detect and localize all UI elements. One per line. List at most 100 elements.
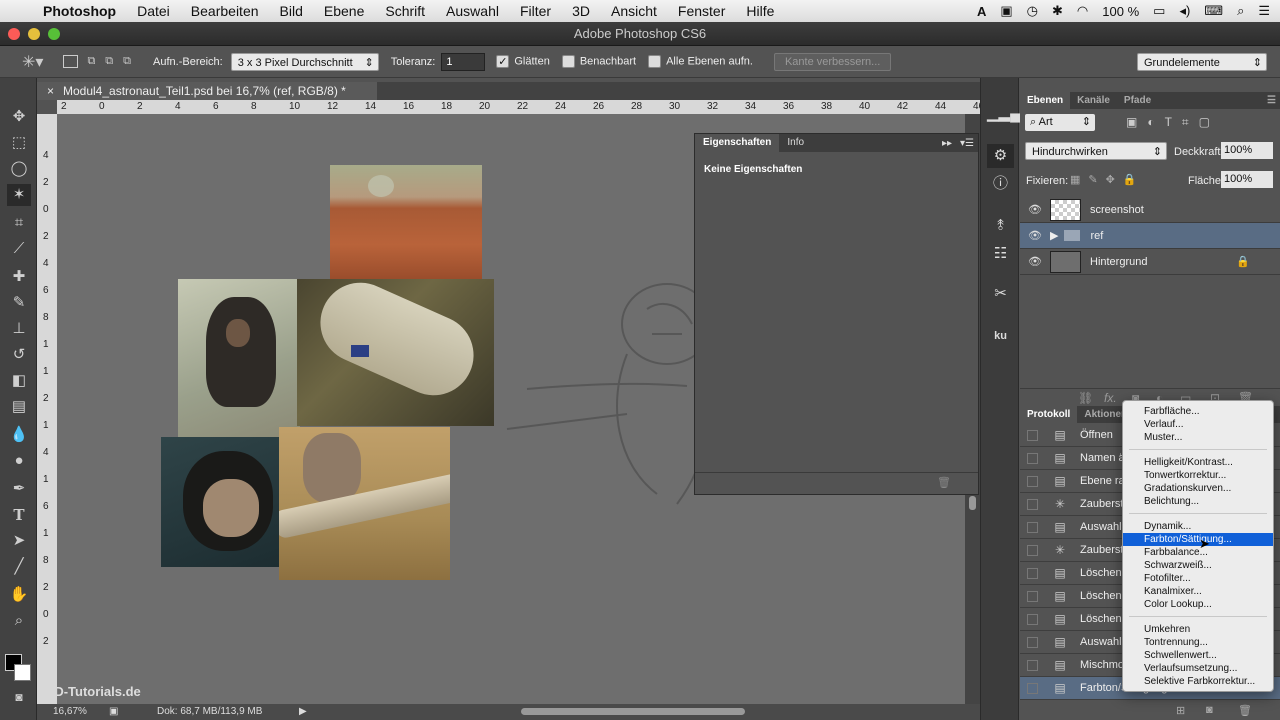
menu-item[interactable]: Schwellenwert... [1123, 649, 1273, 662]
move-tool-icon[interactable]: ✥ [7, 106, 31, 128]
tab-ebenen[interactable]: Ebenen [1020, 92, 1071, 109]
menu-item[interactable]: Belichtung... [1123, 495, 1273, 508]
workspace-select[interactable]: Grundelemente ⇕ [1137, 52, 1267, 71]
menu-item[interactable]: Verlaufsumsetzung... [1123, 662, 1273, 675]
layer-row-screenshot[interactable]: 👁 screenshot [1020, 197, 1280, 223]
layer-filter-select[interactable]: ⌕ Art ⇕ [1025, 114, 1095, 131]
sample-size-select[interactable]: 3 x 3 Pixel Durchschnitt ⇕ [230, 52, 379, 71]
menu-item[interactable]: Schwarzweiß... [1123, 559, 1273, 572]
plugin-ku-icon[interactable]: ku [987, 324, 1014, 348]
tolerance-input[interactable]: 1 [441, 52, 486, 71]
history-source-checkbox[interactable] [1027, 613, 1038, 625]
notification-icon[interactable]: ☰ [1258, 3, 1270, 19]
histogram-icon[interactable]: ▁▂▄ [987, 102, 1021, 126]
delete-icon[interactable]: 🗑 [937, 476, 951, 489]
status-menu-arrow-icon[interactable]: ▶ [299, 704, 307, 720]
status-icon[interactable]: ▣ [109, 704, 118, 720]
astronaut-photo[interactable] [297, 279, 494, 426]
fill-input[interactable]: 100% [1221, 171, 1273, 188]
new-document-from-state-icon[interactable]: ⊞ [1176, 704, 1185, 717]
type-tool-icon[interactable]: T [7, 504, 31, 526]
chimpanzee-portrait-photo[interactable] [161, 437, 297, 567]
baboon-photo[interactable] [279, 427, 450, 580]
path-select-tool-icon[interactable]: ➤ [7, 530, 31, 552]
collapse-panel-icon[interactable]: ▸▸ [942, 138, 952, 149]
history-source-checkbox[interactable] [1027, 498, 1038, 510]
menu-item[interactable]: Tontrennung... [1123, 636, 1273, 649]
menu-filter[interactable]: Filter [520, 3, 551, 19]
history-source-checkbox[interactable] [1027, 544, 1038, 556]
tools-presets-icon[interactable]: ✂ [987, 282, 1014, 306]
eyedropper-tool-icon[interactable]: ⟋ [7, 238, 31, 260]
history-brush-icon[interactable]: ↺ [7, 344, 31, 366]
history-source-checkbox[interactable] [1027, 567, 1038, 579]
tab-pfade[interactable]: Pfade [1117, 92, 1158, 109]
panel-menu-icon[interactable]: ▾☰ [960, 138, 974, 149]
info-icon[interactable]: ⓘ [987, 172, 1014, 196]
history-source-checkbox[interactable] [1027, 659, 1038, 671]
mars-landscape-photo[interactable] [330, 165, 482, 279]
antialias-checkbox[interactable]: ✓ Glätten [496, 55, 550, 68]
crop-tool-icon[interactable]: ⌗ [7, 212, 31, 234]
lasso-tool-icon[interactable]: ◯ [7, 158, 31, 180]
dodge-tool-icon[interactable]: ● [7, 450, 31, 472]
expand-group-icon[interactable]: ▶ [1050, 229, 1058, 242]
stamp-tool-icon[interactable]: ⊥ [7, 318, 31, 340]
menu-fenster[interactable]: Fenster [678, 3, 725, 19]
history-source-checkbox[interactable] [1027, 429, 1038, 441]
close-window-button[interactable] [8, 28, 20, 40]
menu-item[interactable]: Color Lookup... [1123, 598, 1273, 611]
menu-datei[interactable]: Datei [137, 3, 170, 19]
fx-icon[interactable]: fx. [1104, 391, 1117, 405]
menu-item[interactable]: Muster... [1123, 431, 1273, 444]
properties-icon[interactable]: ⚙ [987, 144, 1014, 168]
menu-item[interactable]: Selektive Farbkorrektur... [1123, 675, 1273, 688]
time-machine-icon[interactable]: ◷ [1027, 3, 1038, 19]
pen-tool-icon[interactable]: ✒ [7, 478, 31, 500]
menu-bearbeiten[interactable]: Bearbeiten [191, 3, 259, 19]
snapshot-icon[interactable]: ◙ [1206, 704, 1213, 716]
layer-filter-icons[interactable]: ▣◐T⌗▢ [1126, 115, 1220, 130]
horizontal-ruler[interactable]: 2 0 2 4 6 8 10 12 14 16 18 20 22 24 26 28 30 32 34 36 38 40 42… [57, 100, 984, 114]
eraser-tool-icon[interactable]: ◧ [7, 370, 31, 392]
camera-icon[interactable]: ▣ [1000, 3, 1012, 19]
menu-item[interactable]: Fotofilter... [1123, 572, 1273, 585]
add-selection-icon[interactable]: ⧉ [87, 55, 95, 68]
layer-row-ref[interactable]: 👁 ▶ ref [1020, 223, 1280, 249]
menu-ansicht[interactable]: Ansicht [611, 3, 657, 19]
eye-icon[interactable]: 👁 [1026, 203, 1044, 216]
menu-hilfe[interactable]: Hilfe [746, 3, 774, 19]
tab-protokoll[interactable]: Protokoll [1020, 406, 1078, 423]
menu-item[interactable]: Farbton/Sättigung... [1123, 533, 1273, 546]
close-tab-icon[interactable]: × [47, 82, 54, 100]
tab-eigenschaften[interactable]: Eigenschaften [695, 134, 780, 152]
battery-label[interactable]: 100 % [1102, 4, 1139, 19]
menu-item[interactable]: Farbfläche... [1123, 405, 1273, 418]
refine-edge-button[interactable]: Kante verbessern... [773, 52, 892, 71]
line-tool-icon[interactable]: ╱ [7, 556, 31, 578]
hand-tool-icon[interactable]: ✋ [7, 584, 31, 606]
menu-item[interactable]: Helligkeit/Kontrast... [1123, 456, 1273, 469]
zoom-level[interactable]: 16,67% [53, 704, 87, 720]
eye-icon[interactable]: 👁 [1026, 229, 1044, 242]
menu-schrift[interactable]: Schrift [385, 3, 425, 19]
magic-wand-tool-icon[interactable]: ✶ [7, 184, 31, 206]
history-source-checkbox[interactable] [1027, 521, 1038, 533]
contiguous-checkbox[interactable]: Benachbart [561, 55, 636, 68]
layer-row-hintergrund[interactable]: 👁 Hintergrund 🔒 [1020, 249, 1280, 275]
link-layers-icon[interactable]: ⛓ [1078, 391, 1093, 405]
marquee-tool-icon[interactable]: ⬚ [7, 132, 31, 154]
document-tab[interactable]: × Modul4_astronaut_Teil1.psd bei 16,7% (r… [37, 82, 377, 100]
zoom-window-button[interactable] [48, 28, 60, 40]
menu-item[interactable]: Tonwertkorrektur... [1123, 469, 1273, 482]
panel-menu-icon[interactable]: ☰ [1267, 95, 1276, 106]
opacity-input[interactable]: 100% [1221, 142, 1273, 159]
all-layers-checkbox[interactable]: Alle Ebenen aufn. [648, 55, 753, 68]
blend-mode-select[interactable]: Hindurchwirken ⇕ [1025, 142, 1167, 160]
menu-app[interactable]: Photoshop [43, 3, 116, 19]
magic-wand-preset-icon[interactable]: ✳▾ [22, 52, 43, 72]
battery-icon[interactable]: ▭ [1153, 3, 1165, 19]
minimize-window-button[interactable] [28, 28, 40, 40]
lock-icons[interactable]: ▦✎✥🔒 [1070, 173, 1145, 186]
menu-item[interactable]: Farbbalance... [1123, 546, 1273, 559]
